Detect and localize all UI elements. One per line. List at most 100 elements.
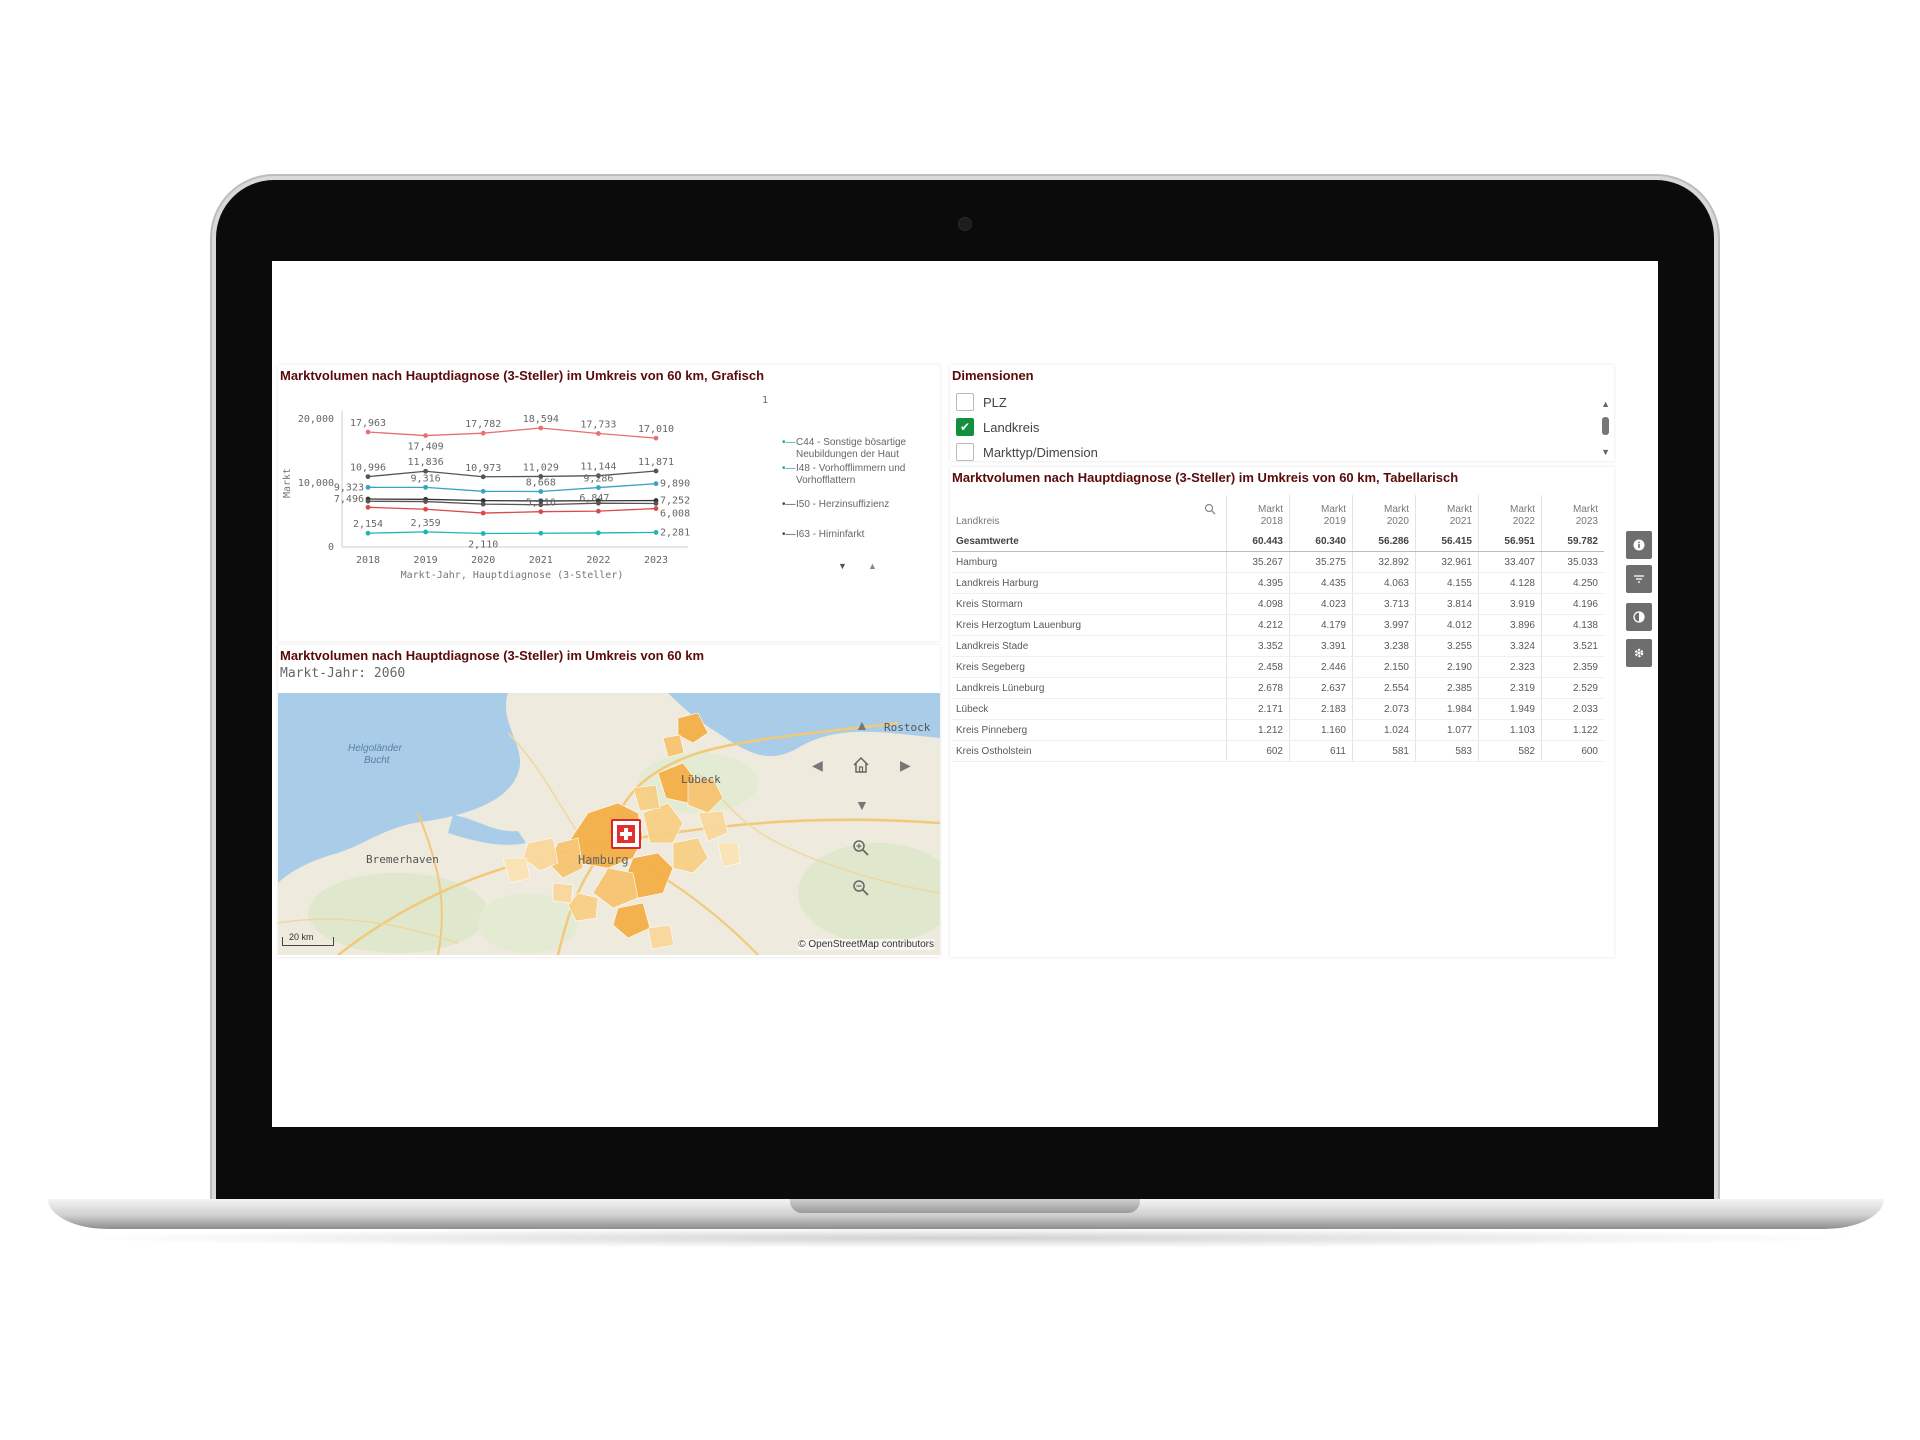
cell-landkreis: Lübeck bbox=[952, 698, 1227, 720]
settings-icon[interactable] bbox=[1626, 639, 1652, 667]
column-header-2019[interactable]: Markt 2019 bbox=[1289, 495, 1353, 531]
column-header-2023[interactable]: Markt 2023 bbox=[1541, 495, 1604, 531]
pan-left-icon[interactable]: ◀ bbox=[812, 757, 823, 774]
column-header-2018[interactable]: Markt 2018 bbox=[1226, 495, 1290, 531]
data-point bbox=[480, 501, 486, 507]
data-point bbox=[653, 501, 659, 506]
scroll-up-icon[interactable]: ▲ bbox=[1601, 399, 1610, 409]
data-label: 5,516 bbox=[526, 498, 556, 509]
data-point bbox=[480, 510, 486, 516]
filter-icon[interactable] bbox=[1626, 565, 1652, 593]
dimensions-title: Dimensionen bbox=[952, 368, 1034, 383]
map-view[interactable]: Helgoländer Bucht Bremerhaven Lübeck Ros… bbox=[278, 693, 940, 955]
data-point bbox=[480, 488, 486, 494]
home-icon[interactable] bbox=[852, 756, 870, 774]
data-label: 7,496 bbox=[334, 494, 364, 505]
pan-down-icon[interactable]: ▼ bbox=[855, 797, 869, 813]
cell-value: 2.033 bbox=[1541, 698, 1604, 720]
table-row[interactable]: Landkreis Harburg 4.395 4.435 4.063 4.155 4.1… bbox=[952, 572, 1604, 594]
cell-value: 2.637 bbox=[1289, 677, 1353, 699]
data-point bbox=[365, 429, 371, 435]
pan-right-icon[interactable]: ▶ bbox=[900, 757, 911, 774]
cell-landkreis: Landkreis Stade bbox=[952, 635, 1227, 657]
data-label: 17,409 bbox=[408, 442, 444, 453]
legend-item[interactable]: •— I63 - Hirninfarkt bbox=[782, 529, 864, 541]
series-line bbox=[367, 506, 657, 514]
x-tick-label: 2018 bbox=[356, 555, 380, 566]
table-total-row[interactable]: Gesamtwerte 60.443 60.340 56.286 56.415 56.95… bbox=[952, 531, 1604, 552]
cell-value: 33.407 bbox=[1478, 551, 1542, 573]
scroll-down-icon[interactable]: ▼ bbox=[1601, 447, 1610, 457]
data-point bbox=[596, 431, 601, 436]
map-label-luebeck: Lübeck bbox=[681, 773, 721, 786]
map-title: Marktvolumen nach Hauptdiagnose (3-Stell… bbox=[280, 648, 705, 663]
cell-value: 4.138 bbox=[1541, 614, 1604, 636]
map-label-rostock: Rostock bbox=[884, 721, 931, 734]
cell-value: 60.443 bbox=[1226, 531, 1290, 552]
legend-marker-icon: •— bbox=[782, 529, 796, 540]
data-point bbox=[423, 433, 428, 438]
cell-value: 35.267 bbox=[1226, 551, 1290, 573]
legend-label: C44 - Sonstige bösartige Neubildungen de… bbox=[796, 437, 907, 460]
legend-scroll-down-icon[interactable]: ▼ bbox=[838, 561, 847, 571]
cell-value: 4.155 bbox=[1415, 572, 1479, 594]
map-label-hamburg: Hamburg bbox=[578, 853, 629, 867]
table-row[interactable]: Hamburg 35.267 35.275 32.892 32.961 33.407 35.… bbox=[952, 551, 1604, 573]
x-tick-label: 2019 bbox=[414, 555, 438, 566]
pan-up-icon[interactable]: ▲ bbox=[855, 717, 869, 733]
data-label: 17,782 bbox=[465, 419, 501, 430]
table-row[interactable]: Kreis Stormarn 4.098 4.023 3.713 3.814 3.919 4… bbox=[952, 593, 1604, 615]
cell-landkreis: Kreis Stormarn bbox=[952, 593, 1227, 615]
cell-value: 4.196 bbox=[1541, 593, 1604, 615]
info-icon[interactable] bbox=[1626, 531, 1652, 559]
map-attribution[interactable]: © OpenStreetMap contributors bbox=[798, 939, 934, 950]
cell-value: 2.171 bbox=[1226, 698, 1290, 720]
legend-item[interactable]: •— C44 - Sonstige bösartige Neubildungen … bbox=[782, 437, 932, 461]
column-header-2020[interactable]: Markt 2020 bbox=[1352, 495, 1416, 531]
theme-icon[interactable] bbox=[1626, 603, 1652, 631]
dimension-item-landkreis[interactable]: ✔ Landkreis bbox=[956, 418, 1039, 436]
checkbox-plz[interactable] bbox=[956, 393, 974, 411]
cell-value: 32.892 bbox=[1352, 551, 1416, 573]
table-row[interactable]: Landkreis Stade 3.352 3.391 3.238 3.255 3.324… bbox=[952, 635, 1604, 657]
legend-item[interactable]: •— I50 - Herzinsuffizienz bbox=[782, 499, 889, 511]
cell-value: 3.324 bbox=[1478, 635, 1542, 657]
series-line bbox=[367, 531, 657, 535]
data-label: 9,323 bbox=[334, 482, 364, 493]
zoom-out-icon[interactable] bbox=[852, 879, 870, 897]
cell-value: 583 bbox=[1415, 740, 1479, 762]
cell-value: 1.212 bbox=[1226, 719, 1290, 741]
table-row[interactable]: Kreis Herzogtum Lauenburg 4.212 4.179 3.997… bbox=[952, 614, 1604, 636]
checkbox-markttyp[interactable] bbox=[956, 443, 974, 461]
search-icon[interactable] bbox=[1204, 503, 1216, 519]
dimension-item-plz[interactable]: PLZ bbox=[956, 393, 1007, 411]
table-row[interactable]: Lübeck 2.171 2.183 2.073 1.984 1.949 2.033 bbox=[952, 698, 1604, 720]
map-label-helgolaender: Helgoländer bbox=[348, 743, 402, 754]
cell-value: 60.340 bbox=[1289, 531, 1353, 552]
column-header-2021[interactable]: Markt 2021 bbox=[1415, 495, 1479, 531]
column-header-2022[interactable]: Markt 2022 bbox=[1478, 495, 1542, 531]
data-point bbox=[365, 474, 371, 480]
table-row[interactable]: Kreis Pinneberg 1.212 1.160 1.024 1.077 1.103… bbox=[952, 719, 1604, 741]
data-label: 17,963 bbox=[350, 418, 386, 429]
cell-value: 2.446 bbox=[1289, 656, 1353, 678]
cell-value: 2.323 bbox=[1478, 656, 1542, 678]
column-header-landkreis[interactable]: Landkreis bbox=[952, 495, 1227, 531]
zoom-in-icon[interactable] bbox=[852, 839, 870, 857]
table-row[interactable]: Kreis Ostholstein 602 611 581 583 582 600 bbox=[952, 740, 1604, 762]
table-row[interactable]: Landkreis Lüneburg 2.678 2.637 2.554 2.385 2.… bbox=[952, 677, 1604, 699]
legend-label: I63 - Hirninfarkt bbox=[796, 529, 865, 540]
data-label: 10,996 bbox=[350, 463, 386, 474]
table-row[interactable]: Kreis Segeberg 2.458 2.446 2.150 2.190 2.323 2… bbox=[952, 656, 1604, 678]
checkbox-landkreis[interactable]: ✔ bbox=[956, 418, 974, 436]
table-header-row: Landkreis Markt 2018 Markt 2019 Markt 2020 … bbox=[952, 495, 1604, 531]
cell-landkreis: Hamburg bbox=[952, 551, 1227, 573]
cell-value: 2.359 bbox=[1541, 656, 1604, 678]
scrollbar-thumb[interactable] bbox=[1602, 417, 1609, 435]
legend-item[interactable]: •— I48 - Vorhofflimmern und Vorhofflatter… bbox=[782, 463, 932, 487]
legend-scroll-up-icon[interactable]: ▲ bbox=[868, 561, 877, 571]
laptop-base-notch bbox=[790, 1199, 1140, 1213]
cell-value: 582 bbox=[1478, 740, 1542, 762]
dimension-item-markttyp[interactable]: Markttyp/Dimension bbox=[956, 443, 1098, 461]
hospital-marker-icon[interactable] bbox=[611, 819, 641, 849]
